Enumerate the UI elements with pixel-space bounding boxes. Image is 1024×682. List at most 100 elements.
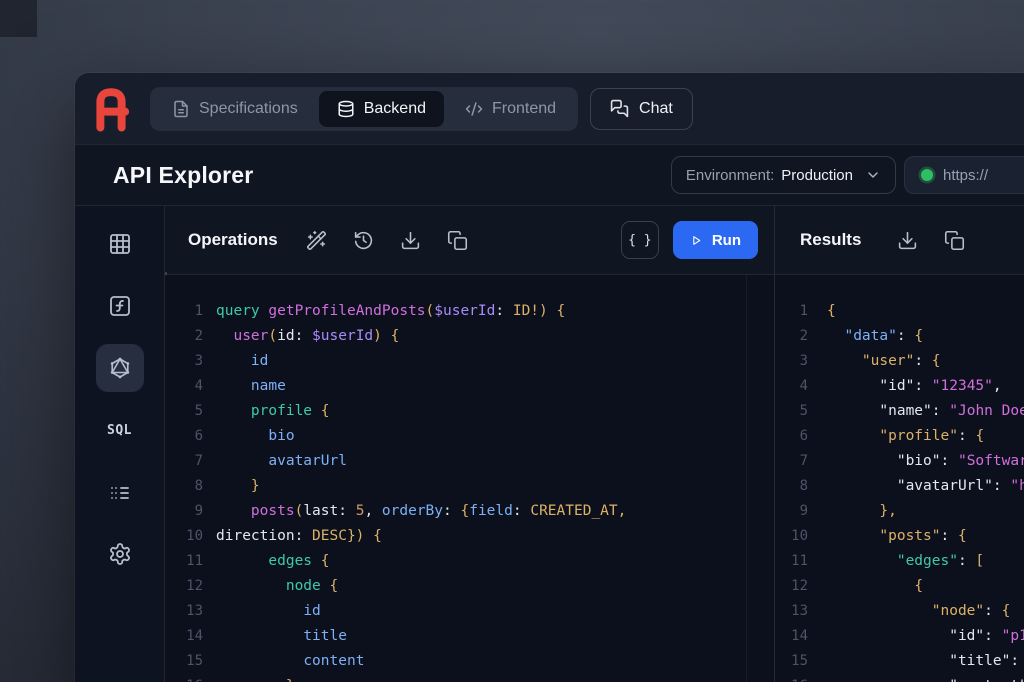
results-toolbar [897, 230, 965, 251]
download-icon[interactable] [897, 230, 918, 251]
code-line: 15 content [165, 649, 774, 674]
line-number: 6 [775, 424, 808, 449]
operations-toolbar [306, 230, 468, 251]
line-content: "id": "12345", [808, 374, 1002, 399]
main-content: SQL Operations [75, 206, 1024, 682]
code-line: 8 "avatarUrl": "https://" [775, 474, 1024, 499]
code-icon [465, 100, 483, 118]
line-content: profile { [203, 399, 330, 424]
sidebar-item-logs[interactable] [96, 468, 144, 516]
sidebar-item-tables[interactable] [96, 220, 144, 268]
chat-bubbles-icon [610, 99, 629, 118]
graphql-icon [108, 356, 132, 380]
line-number: 3 [165, 349, 203, 374]
line-number: 4 [165, 374, 203, 399]
sidebar-item-sql[interactable]: SQL [96, 406, 144, 454]
line-content: "bio": "Software engineer", [808, 449, 1024, 474]
line-content: title [203, 624, 347, 649]
top-navigation-bar: Specifications Backend Frontend Chat [75, 73, 1024, 145]
chevron-down-icon [865, 167, 881, 183]
code-line: 16 "content" [775, 674, 1024, 682]
format-button[interactable]: { } [621, 221, 659, 259]
code-line: 10direction: DESC}) { [165, 524, 774, 549]
line-number: 4 [775, 374, 808, 399]
tab-backend[interactable]: Backend [319, 91, 444, 127]
line-content: node { [203, 574, 338, 599]
code-line: 5 profile { [165, 399, 774, 424]
line-number: 6 [165, 424, 203, 449]
line-content: { [808, 574, 923, 599]
run-button[interactable]: Run [673, 221, 758, 259]
sidebar-item-functions[interactable] [96, 282, 144, 330]
tab-label: Backend [364, 100, 426, 118]
code-line: 6 bio [165, 424, 774, 449]
gear-icon [108, 542, 132, 566]
magic-wand-icon[interactable] [306, 230, 327, 251]
line-content: id [203, 349, 268, 374]
operations-panel: Operations [165, 206, 775, 682]
line-content: bio [203, 424, 295, 449]
code-line: 1{ [775, 299, 1024, 324]
code-line: 3 "user": { [775, 349, 1024, 374]
environment-value: Production [781, 167, 853, 184]
nav-tab-group: Specifications Backend Frontend [150, 87, 578, 131]
chat-button-label: Chat [639, 100, 673, 118]
line-number: 9 [165, 499, 203, 524]
endpoint-url-badge[interactable]: https:// [904, 156, 1024, 194]
line-content: "avatarUrl": "https://" [808, 474, 1024, 499]
download-icon[interactable] [400, 230, 421, 251]
line-content: "name": "John Doe", [808, 399, 1024, 424]
code-line: 12 { [775, 574, 1024, 599]
line-content: posts(last: 5, orderBy: {field: CREATED_… [203, 499, 626, 524]
tab-specifications[interactable]: Specifications [154, 91, 316, 127]
code-line: 14 "id": "p1" [775, 624, 1024, 649]
code-line: 11 edges { [165, 549, 774, 574]
page-header: API Explorer Environment: Production htt… [75, 145, 1024, 206]
app-logo-icon[interactable] [93, 86, 129, 132]
code-line: 1query getProfileAndPosts($userId: ID!) … [165, 299, 774, 324]
code-line: 14 title [165, 624, 774, 649]
copy-icon[interactable] [447, 230, 468, 251]
line-number: 5 [775, 399, 808, 424]
line-number: 14 [775, 624, 808, 649]
tab-frontend[interactable]: Frontend [447, 91, 574, 127]
results-code-viewer[interactable]: 1{2 "data": {3 "user": {4 "id": "12345",… [775, 275, 1024, 682]
sidebar-item-settings[interactable] [96, 530, 144, 578]
line-number: 16 [775, 674, 808, 682]
line-number: 10 [165, 524, 203, 549]
code-line: 7 "bio": "Software engineer", [775, 449, 1024, 474]
line-number: 13 [775, 599, 808, 624]
copy-icon[interactable] [944, 230, 965, 251]
line-content: direction: DESC}) { [203, 524, 382, 549]
line-content: query getProfileAndPosts($userId: ID!) { [203, 299, 565, 324]
code-line: 9 }, [775, 499, 1024, 524]
code-line: 4 "id": "12345", [775, 374, 1024, 399]
sidebar-item-graphql[interactable] [96, 344, 144, 392]
tab-label: Frontend [492, 100, 556, 118]
code-line: 8 } [165, 474, 774, 499]
code-line: 6 "profile": { [775, 424, 1024, 449]
line-number: 1 [165, 299, 203, 324]
line-number: 15 [775, 649, 808, 674]
environment-selector[interactable]: Environment: Production [671, 156, 896, 194]
editor-scroll-gutter [746, 275, 747, 682]
database-icon [337, 100, 355, 118]
line-number: 14 [165, 624, 203, 649]
code-line: 13 "node": { [775, 599, 1024, 624]
line-content: "data": { [808, 324, 923, 349]
chat-button[interactable]: Chat [590, 88, 693, 130]
operations-title: Operations [188, 230, 278, 250]
line-number: 5 [165, 399, 203, 424]
line-number: 11 [775, 549, 808, 574]
page-title: API Explorer [113, 162, 253, 189]
line-number: 2 [775, 324, 808, 349]
line-number: 7 [165, 449, 203, 474]
history-icon[interactable] [353, 230, 374, 251]
function-icon [108, 294, 132, 318]
operations-code-editor[interactable]: 1query getProfileAndPosts($userId: ID!) … [165, 275, 774, 682]
tab-label: Specifications [199, 100, 298, 118]
line-number: 1 [775, 299, 808, 324]
code-line: 13 id [165, 599, 774, 624]
line-content: name [203, 374, 286, 399]
line-content: user(id: $userId) { [203, 324, 399, 349]
